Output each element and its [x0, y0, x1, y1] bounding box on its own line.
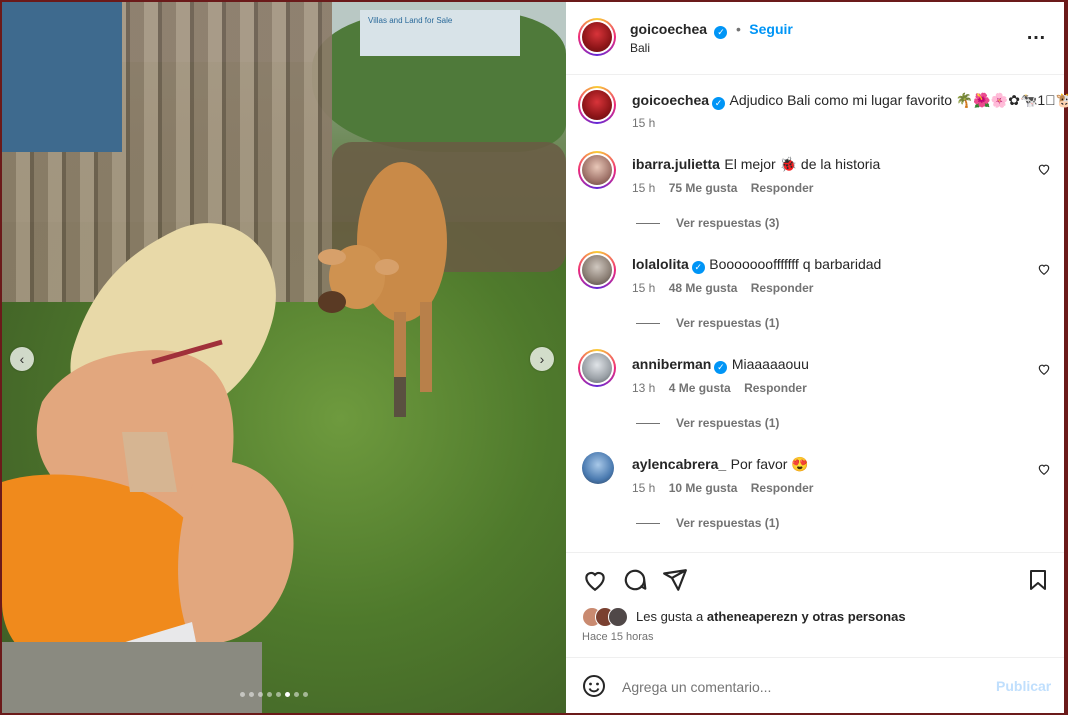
comment-icon[interactable] [622, 567, 648, 593]
comment-text: Miaaaaaouu [731, 356, 809, 372]
carousel-dot [294, 692, 299, 697]
comment-avatar[interactable] [578, 349, 616, 387]
author-username[interactable]: goicoechea [630, 21, 707, 37]
action-bar: Les gusta a atheneaperezn y otras person… [566, 552, 1064, 660]
separator: • [735, 21, 741, 37]
likes-summary: Les gusta a atheneaperezn y otras person… [636, 609, 906, 624]
comment-avatar[interactable] [578, 151, 616, 189]
carousel-dot [267, 692, 272, 697]
comment: anniberman ✓ Miaaaaaouu [632, 356, 809, 374]
comment-like-icon[interactable] [1037, 462, 1051, 476]
view-replies-button[interactable]: Ver respuestas (1) [636, 416, 779, 430]
carousel-dot [240, 692, 245, 697]
prev-photo-button[interactable]: ‹ [10, 347, 34, 371]
comment-meta: 13 h 4 Me gusta Responder [632, 381, 807, 395]
liked-by-avatars [582, 606, 630, 628]
photo-woman [2, 223, 294, 697]
view-replies-label: Ver respuestas (1) [676, 316, 780, 330]
carousel-dots [240, 692, 308, 697]
comment-text: Booooooofffffff q barbaridad [709, 256, 882, 272]
post-header: goicoechea ✓ • Seguir Bali … [566, 2, 1064, 75]
view-replies-label: Ver respuestas (3) [676, 216, 780, 230]
comment-avatar[interactable] [582, 452, 614, 484]
chevron-right-icon: › [539, 351, 545, 367]
author-avatar[interactable] [578, 18, 616, 56]
comment-meta: 15 h 10 Me gusta Responder [632, 481, 813, 495]
verified-icon: ✓ [691, 261, 705, 274]
liked-by-user[interactable]: atheneaperezn [707, 609, 798, 624]
caption: goicoechea ✓ Adjudico Bali como mi lugar … [632, 92, 1068, 110]
add-comment-bar: Publicar [566, 657, 1064, 714]
view-replies-button[interactable]: Ver respuestas (1) [636, 516, 779, 530]
carousel-dot [258, 692, 263, 697]
comment-username[interactable]: anniberman [632, 356, 711, 372]
comment-time: 15 h [632, 281, 656, 295]
comment-text: El mejor 🐞 de la historia [724, 156, 881, 172]
more-icon[interactable]: … [1026, 22, 1046, 45]
view-replies-button[interactable]: Ver respuestas (3) [636, 216, 779, 230]
comment-like-icon[interactable] [1037, 262, 1051, 276]
reply-button[interactable]: Responder [751, 481, 814, 495]
caption-text: Adjudico Bali como mi lugar favorito 🌴🌺🌸… [729, 92, 1068, 108]
next-photo-button[interactable]: › [530, 347, 554, 371]
photo-sign-text: Villas and Land for Sale [368, 16, 453, 25]
follow-button[interactable]: Seguir [749, 21, 793, 37]
verified-icon: ✓ [714, 26, 728, 39]
comment-time: 15 h [632, 481, 656, 495]
heart-icon[interactable] [582, 567, 608, 593]
bookmark-icon[interactable] [1026, 567, 1050, 593]
emoji-icon[interactable] [582, 674, 606, 698]
likes-prefix: Les gusta a [636, 609, 704, 624]
comment-username[interactable]: ibarra.julietta [632, 156, 720, 172]
comment-likes[interactable]: 10 Me gusta [669, 481, 738, 495]
reply-button[interactable]: Responder [744, 381, 807, 395]
comment-like-icon[interactable] [1037, 362, 1051, 376]
comment-time: 13 h [632, 381, 656, 395]
publish-button[interactable]: Publicar [996, 678, 1051, 694]
verified-icon: ✓ [712, 97, 726, 110]
chevron-left-icon: ‹ [19, 351, 25, 367]
comment-input[interactable] [620, 674, 984, 700]
comment-meta: 15 h 75 Me gusta Responder [632, 181, 813, 195]
window-frame: Villas and Land for Sale ‹ › goicoechea … [0, 0, 1068, 715]
comment: lolalolita ✓ Booooooofffffff q barbaridad [632, 256, 881, 274]
carousel-dot [276, 692, 281, 697]
comment: ibarra.julietta El mejor 🐞 de la histori… [632, 156, 880, 174]
comment-username[interactable]: lolalolita [632, 256, 689, 272]
comment-meta: 15 h 48 Me gusta Responder [632, 281, 813, 295]
comment: aylencabrera_ Por favor 😍 [632, 456, 809, 474]
photo-sign: Villas and Land for Sale [360, 10, 520, 56]
reply-button[interactable]: Responder [751, 281, 814, 295]
comment-time: 15 h [632, 181, 656, 195]
photo-pavement [2, 642, 262, 713]
post-time: Hace 15 horas [582, 631, 654, 643]
comment-likes[interactable]: 75 Me gusta [669, 181, 738, 195]
comment-text: Por favor 😍 [730, 456, 809, 472]
comment-avatar[interactable] [578, 251, 616, 289]
post-photo[interactable]: Villas and Land for Sale ‹ › [2, 2, 566, 713]
verified-icon: ✓ [714, 361, 728, 374]
caption-time: 15 h [632, 116, 656, 130]
carousel-dot [249, 692, 254, 697]
photo-calf [318, 162, 447, 417]
carousel-dot [303, 692, 308, 697]
share-icon[interactable] [662, 567, 688, 593]
view-replies-button[interactable]: Ver respuestas (1) [636, 316, 779, 330]
reply-button[interactable]: Responder [751, 181, 814, 195]
comment-likes[interactable]: 4 Me gusta [669, 381, 731, 395]
location-link[interactable]: Bali [630, 41, 650, 55]
comment-like-icon[interactable] [1037, 162, 1051, 176]
caption-avatar[interactable] [578, 86, 616, 124]
view-replies-label: Ver respuestas (1) [676, 516, 780, 530]
view-replies-label: Ver respuestas (1) [676, 416, 780, 430]
comment-likes[interactable]: 48 Me gusta [669, 281, 738, 295]
comment-username[interactable]: aylencabrera_ [632, 456, 726, 472]
others-link[interactable]: y otras personas [802, 609, 906, 624]
photo-wall [2, 2, 122, 152]
carousel-dot-active [285, 692, 290, 697]
caption-username[interactable]: goicoechea [632, 92, 709, 108]
post-panel: goicoechea ✓ • Seguir Bali … goicoechea ✓… [566, 2, 1068, 714]
